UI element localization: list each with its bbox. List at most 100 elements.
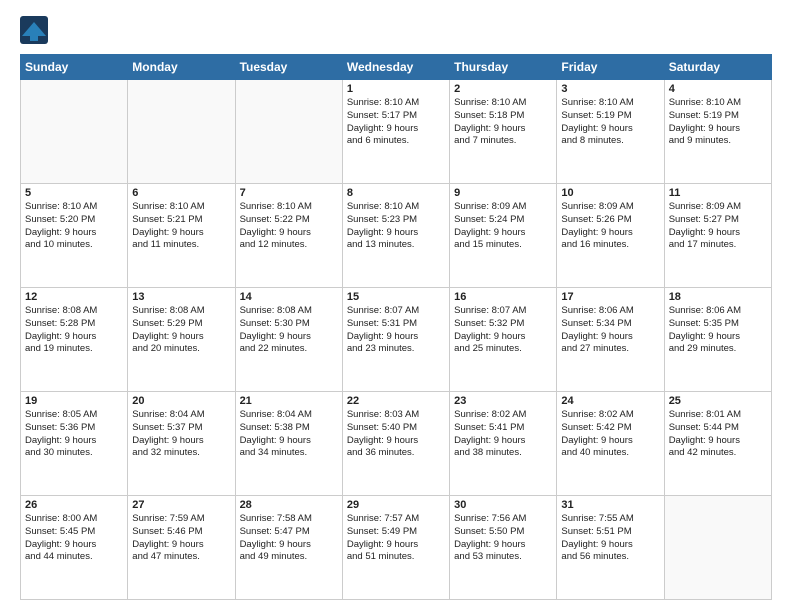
cell-info: Sunrise: 8:09 AM Sunset: 5:27 PM Dayligh… (669, 201, 767, 252)
day-number: 3 (561, 83, 659, 95)
cell-info: Sunrise: 8:09 AM Sunset: 5:24 PM Dayligh… (454, 201, 552, 252)
day-number: 31 (561, 499, 659, 511)
logo-icon (20, 16, 48, 44)
calendar-cell: 27 Sunrise: 7:59 AM Sunset: 5:46 PM Dayli… (128, 496, 235, 600)
calendar-cell: 19Sunrise: 8:05 AM Sunset: 5:36 PM Dayli… (21, 392, 128, 496)
cell-info: Sunrise: 8:04 AM Sunset: 5:38 PM Dayligh… (240, 409, 338, 460)
cell-info: Sunrise: 7:58 AM Sunset: 5:47 PM Dayligh… (240, 513, 338, 564)
day-number: 12 (25, 291, 123, 303)
cell-info: Sunrise: 8:05 AM Sunset: 5:36 PM Dayligh… (25, 409, 123, 460)
cell-info: Sunrise: 7:59 AM Sunset: 5:46 PM Dayligh… (132, 513, 230, 564)
weekday-header-friday: Friday (557, 55, 664, 80)
calendar-cell (664, 496, 771, 600)
weekday-header-wednesday: Wednesday (342, 55, 449, 80)
day-number: 16 (454, 291, 552, 303)
weekday-header-sunday: Sunday (21, 55, 128, 80)
calendar-cell: 23 Sunrise: 8:02 AM Sunset: 5:41 PM Dayli… (450, 392, 557, 496)
calendar-cell: 16 Sunrise: 8:07 AM Sunset: 5:32 PM Dayli… (450, 288, 557, 392)
cell-info: Sunrise: 7:57 AM Sunset: 5:49 PM Dayligh… (347, 513, 445, 564)
calendar-cell (21, 80, 128, 184)
cell-info: Sunrise: 8:07 AM Sunset: 5:32 PM Dayligh… (454, 305, 552, 356)
calendar-cell: 20Sunrise: 8:04 AM Sunset: 5:37 PM Dayli… (128, 392, 235, 496)
cell-info: Sunrise: 8:10 AM Sunset: 5:17 PM Dayligh… (347, 97, 445, 148)
day-number: 9 (454, 187, 552, 199)
cell-info: Sunrise: 8:01 AM Sunset: 5:44 PM Dayligh… (669, 409, 767, 460)
cell-info: Sunrise: 8:02 AM Sunset: 5:41 PM Dayligh… (454, 409, 552, 460)
calendar-cell: 6 Sunrise: 8:10 AM Sunset: 5:21 PM Daylig… (128, 184, 235, 288)
calendar-cell: 4 Sunrise: 8:10 AM Sunset: 5:19 PM Daylig… (664, 80, 771, 184)
calendar-cell: 14 Sunrise: 8:08 AM Sunset: 5:30 PM Dayli… (235, 288, 342, 392)
week-row-2: 5Sunrise: 8:10 AM Sunset: 5:20 PM Daylig… (21, 184, 772, 288)
calendar-cell: 10 Sunrise: 8:09 AM Sunset: 5:26 PM Dayli… (557, 184, 664, 288)
day-number: 21 (240, 395, 338, 407)
day-number: 23 (454, 395, 552, 407)
cell-info: Sunrise: 8:00 AM Sunset: 5:45 PM Dayligh… (25, 513, 123, 564)
cell-info: Sunrise: 8:03 AM Sunset: 5:40 PM Dayligh… (347, 409, 445, 460)
day-number: 14 (240, 291, 338, 303)
calendar-cell: 29 Sunrise: 7:57 AM Sunset: 5:49 PM Dayli… (342, 496, 449, 600)
page: SundayMondayTuesdayWednesdayThursdayFrid… (0, 0, 792, 612)
calendar-cell: 8 Sunrise: 8:10 AM Sunset: 5:23 PM Daylig… (342, 184, 449, 288)
calendar-cell (235, 80, 342, 184)
day-number: 6 (132, 187, 230, 199)
day-number: 15 (347, 291, 445, 303)
cell-info: Sunrise: 8:08 AM Sunset: 5:29 PM Dayligh… (132, 305, 230, 356)
calendar-cell: 5Sunrise: 8:10 AM Sunset: 5:20 PM Daylig… (21, 184, 128, 288)
cell-info: Sunrise: 8:08 AM Sunset: 5:30 PM Dayligh… (240, 305, 338, 356)
day-number: 11 (669, 187, 767, 199)
calendar-cell: 28 Sunrise: 7:58 AM Sunset: 5:47 PM Dayli… (235, 496, 342, 600)
calendar-cell: 24 Sunrise: 8:02 AM Sunset: 5:42 PM Dayli… (557, 392, 664, 496)
calendar-cell: 26 Sunrise: 8:00 AM Sunset: 5:45 PM Dayli… (21, 496, 128, 600)
week-row-5: 26 Sunrise: 8:00 AM Sunset: 5:45 PM Dayli… (21, 496, 772, 600)
calendar-cell: 21 Sunrise: 8:04 AM Sunset: 5:38 PM Dayli… (235, 392, 342, 496)
weekday-header-thursday: Thursday (450, 55, 557, 80)
day-number: 8 (347, 187, 445, 199)
day-number: 1 (347, 83, 445, 95)
day-number: 25 (669, 395, 767, 407)
day-number: 24 (561, 395, 659, 407)
week-row-3: 12 Sunrise: 8:08 AM Sunset: 5:28 PM Dayli… (21, 288, 772, 392)
calendar-cell: 22 Sunrise: 8:03 AM Sunset: 5:40 PM Dayli… (342, 392, 449, 496)
calendar-cell: 1 Sunrise: 8:10 AM Sunset: 5:17 PM Daylig… (342, 80, 449, 184)
header (20, 16, 772, 44)
calendar-cell: 11 Sunrise: 8:09 AM Sunset: 5:27 PM Dayli… (664, 184, 771, 288)
day-number: 7 (240, 187, 338, 199)
cell-info: Sunrise: 8:10 AM Sunset: 5:19 PM Dayligh… (561, 97, 659, 148)
weekday-header-row: SundayMondayTuesdayWednesdayThursdayFrid… (21, 55, 772, 80)
calendar-cell: 12 Sunrise: 8:08 AM Sunset: 5:28 PM Dayli… (21, 288, 128, 392)
cell-info: Sunrise: 8:10 AM Sunset: 5:21 PM Dayligh… (132, 201, 230, 252)
cell-info: Sunrise: 8:10 AM Sunset: 5:22 PM Dayligh… (240, 201, 338, 252)
weekday-header-monday: Monday (128, 55, 235, 80)
cell-info: Sunrise: 8:10 AM Sunset: 5:23 PM Dayligh… (347, 201, 445, 252)
calendar-cell: 13 Sunrise: 8:08 AM Sunset: 5:29 PM Dayli… (128, 288, 235, 392)
day-number: 28 (240, 499, 338, 511)
calendar-cell: 31 Sunrise: 7:55 AM Sunset: 5:51 PM Dayli… (557, 496, 664, 600)
day-number: 13 (132, 291, 230, 303)
day-number: 22 (347, 395, 445, 407)
day-number: 10 (561, 187, 659, 199)
cell-info: Sunrise: 8:08 AM Sunset: 5:28 PM Dayligh… (25, 305, 123, 356)
day-number: 29 (347, 499, 445, 511)
calendar-cell (128, 80, 235, 184)
day-number: 17 (561, 291, 659, 303)
cell-info: Sunrise: 8:10 AM Sunset: 5:19 PM Dayligh… (669, 97, 767, 148)
calendar-cell: 30Sunrise: 7:56 AM Sunset: 5:50 PM Dayli… (450, 496, 557, 600)
logo (20, 16, 52, 44)
day-number: 20 (132, 395, 230, 407)
day-number: 4 (669, 83, 767, 95)
day-number: 27 (132, 499, 230, 511)
day-number: 18 (669, 291, 767, 303)
weekday-header-tuesday: Tuesday (235, 55, 342, 80)
day-number: 5 (25, 187, 123, 199)
calendar-cell: 18 Sunrise: 8:06 AM Sunset: 5:35 PM Dayli… (664, 288, 771, 392)
cell-info: Sunrise: 8:09 AM Sunset: 5:26 PM Dayligh… (561, 201, 659, 252)
calendar-cell: 7 Sunrise: 8:10 AM Sunset: 5:22 PM Daylig… (235, 184, 342, 288)
cell-info: Sunrise: 8:06 AM Sunset: 5:35 PM Dayligh… (669, 305, 767, 356)
calendar-cell: 2Sunrise: 8:10 AM Sunset: 5:18 PM Daylig… (450, 80, 557, 184)
calendar-cell: 3 Sunrise: 8:10 AM Sunset: 5:19 PM Daylig… (557, 80, 664, 184)
calendar-cell: 17Sunrise: 8:06 AM Sunset: 5:34 PM Dayli… (557, 288, 664, 392)
week-row-1: 1 Sunrise: 8:10 AM Sunset: 5:17 PM Daylig… (21, 80, 772, 184)
cell-info: Sunrise: 7:55 AM Sunset: 5:51 PM Dayligh… (561, 513, 659, 564)
day-number: 26 (25, 499, 123, 511)
cell-info: Sunrise: 8:02 AM Sunset: 5:42 PM Dayligh… (561, 409, 659, 460)
